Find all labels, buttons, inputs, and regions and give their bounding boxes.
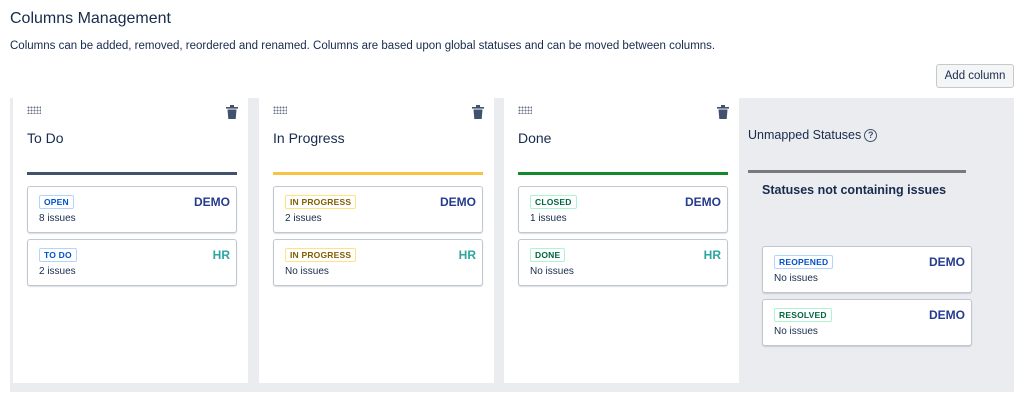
column-title[interactable]: In Progress <box>273 130 345 146</box>
status-lozenge: IN PROGRESS <box>285 195 357 209</box>
issue-count: 1 issues <box>530 213 567 224</box>
column-status-line <box>27 172 237 175</box>
unmapped-status-line <box>748 170 966 173</box>
issue-count: No issues <box>530 266 574 277</box>
status-card[interactable]: OPEN DEMO 8 issues <box>27 186 237 233</box>
unmapped-status-card[interactable]: REOPENED DEMO No issues <box>762 246 972 293</box>
issue-count: No issues <box>285 266 329 277</box>
trash-icon[interactable] <box>472 105 484 119</box>
unmapped-statuses-title: Unmapped Statuses? <box>748 128 878 143</box>
column-title[interactable]: Done <box>518 130 551 146</box>
issue-count: 2 issues <box>285 213 322 224</box>
status-card[interactable]: IN PROGRESS HR No issues <box>273 239 483 286</box>
add-column-button[interactable]: Add column <box>936 64 1014 88</box>
project-key: HR <box>703 248 721 262</box>
project-key: DEMO <box>929 308 965 322</box>
project-key: DEMO <box>440 195 476 209</box>
status-lozenge: OPEN <box>39 195 74 209</box>
column-status-line <box>273 172 483 175</box>
drag-handle-icon[interactable] <box>273 106 287 114</box>
project-key: DEMO <box>929 255 965 269</box>
issue-count: 2 issues <box>39 266 76 277</box>
status-card[interactable]: DONE HR No issues <box>518 239 728 286</box>
drag-handle-icon[interactable] <box>27 106 41 114</box>
status-card[interactable]: CLOSED DEMO 1 issues <box>518 186 728 233</box>
column-title[interactable]: To Do <box>27 130 64 146</box>
page-description: Columns can be added, removed, reordered… <box>10 40 716 52</box>
column-done[interactable]: Done CLOSED DEMO 1 issues DONE HR No iss… <box>504 98 739 383</box>
status-lozenge: RESOLVED <box>774 308 832 322</box>
unmapped-subtitle: Statuses not containing issues <box>762 183 947 197</box>
project-key: DEMO <box>194 195 230 209</box>
status-lozenge: TO DO <box>39 248 77 262</box>
project-key: DEMO <box>685 195 721 209</box>
page-title: Columns Management <box>10 10 171 27</box>
column-status-line <box>518 172 728 175</box>
unmapped-title-text: Unmapped Statuses <box>748 128 862 142</box>
project-key: HR <box>458 248 476 262</box>
project-key: HR <box>212 248 230 262</box>
status-lozenge: CLOSED <box>530 195 577 209</box>
status-lozenge: REOPENED <box>774 255 834 269</box>
column-to-do[interactable]: To Do OPEN DEMO 8 issues TO DO HR 2 issu… <box>13 98 248 383</box>
status-card[interactable]: IN PROGRESS DEMO 2 issues <box>273 186 483 233</box>
issue-count: No issues <box>774 326 818 337</box>
status-lozenge: DONE <box>530 248 566 262</box>
unmapped-status-card[interactable]: RESOLVED DEMO No issues <box>762 299 972 346</box>
issue-count: 8 issues <box>39 213 76 224</box>
drag-handle-icon[interactable] <box>518 106 532 114</box>
issue-count: No issues <box>774 273 818 284</box>
column-in-progress[interactable]: In Progress IN PROGRESS DEMO 2 issues IN… <box>259 98 494 383</box>
trash-icon[interactable] <box>717 105 729 119</box>
status-card[interactable]: TO DO HR 2 issues <box>27 239 237 286</box>
question-circle-icon[interactable]: ? <box>864 129 878 143</box>
status-lozenge: IN PROGRESS <box>285 248 357 262</box>
trash-icon[interactable] <box>226 105 238 119</box>
